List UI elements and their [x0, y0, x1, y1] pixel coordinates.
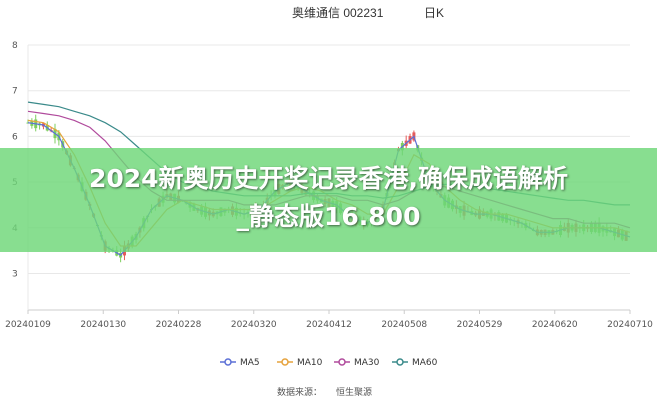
x-tick-label: 20240710 — [607, 320, 653, 330]
legend-label: MA30 — [354, 358, 380, 368]
legend-swatch-marker — [338, 358, 346, 366]
source-label: 数据来源： — [277, 386, 322, 397]
x-tick-label: 20240620 — [532, 320, 578, 330]
legend-label: MA10 — [297, 358, 323, 368]
banner-line-1: 2024新奥历史开奖记录香港,确保成语解析 — [88, 164, 569, 193]
legend-swatch-marker — [224, 358, 232, 366]
banner-line-2: _静态版16.800 — [236, 202, 421, 231]
candle — [34, 114, 38, 132]
y-tick-label: 7 — [12, 87, 18, 97]
x-tick-label: 20240529 — [457, 320, 503, 330]
y-tick-label: 8 — [12, 41, 18, 51]
legend-label: MA5 — [240, 358, 260, 368]
x-axis: 20240109 20240130 20240228 20240320 20240412… — [5, 310, 653, 330]
banner-text: 2024新奥历史开奖记录香港,确保成语解析 _静态版16.800 — [0, 160, 657, 236]
x-tick-label: 20240320 — [231, 320, 277, 330]
legend-item-ma5[interactable]: MA5 — [220, 358, 260, 368]
chart-title: 奥维通信 002231 — [292, 6, 384, 20]
legend-swatch-marker — [281, 358, 289, 366]
x-tick-label: 20240508 — [381, 320, 427, 330]
source-value: 恒生聚源 — [336, 386, 372, 397]
y-tick-label: 6 — [12, 132, 18, 142]
legend-item-ma60[interactable]: MA60 — [392, 358, 438, 368]
x-tick-label: 20240109 — [5, 320, 51, 330]
legend-swatch-marker — [396, 358, 404, 366]
legend: MA5 MA10 MA30 MA60 — [220, 358, 438, 368]
legend-label: MA60 — [412, 358, 438, 368]
candle — [38, 121, 42, 130]
x-tick-label: 20240130 — [80, 320, 126, 330]
legend-item-ma10[interactable]: MA10 — [277, 358, 323, 368]
x-tick-label: 20240412 — [306, 320, 352, 330]
legend-item-ma30[interactable]: MA30 — [334, 358, 380, 368]
chart-period: 日K — [424, 6, 444, 20]
y-tick-label: 3 — [12, 269, 18, 279]
x-tick-label: 20240228 — [156, 320, 202, 330]
